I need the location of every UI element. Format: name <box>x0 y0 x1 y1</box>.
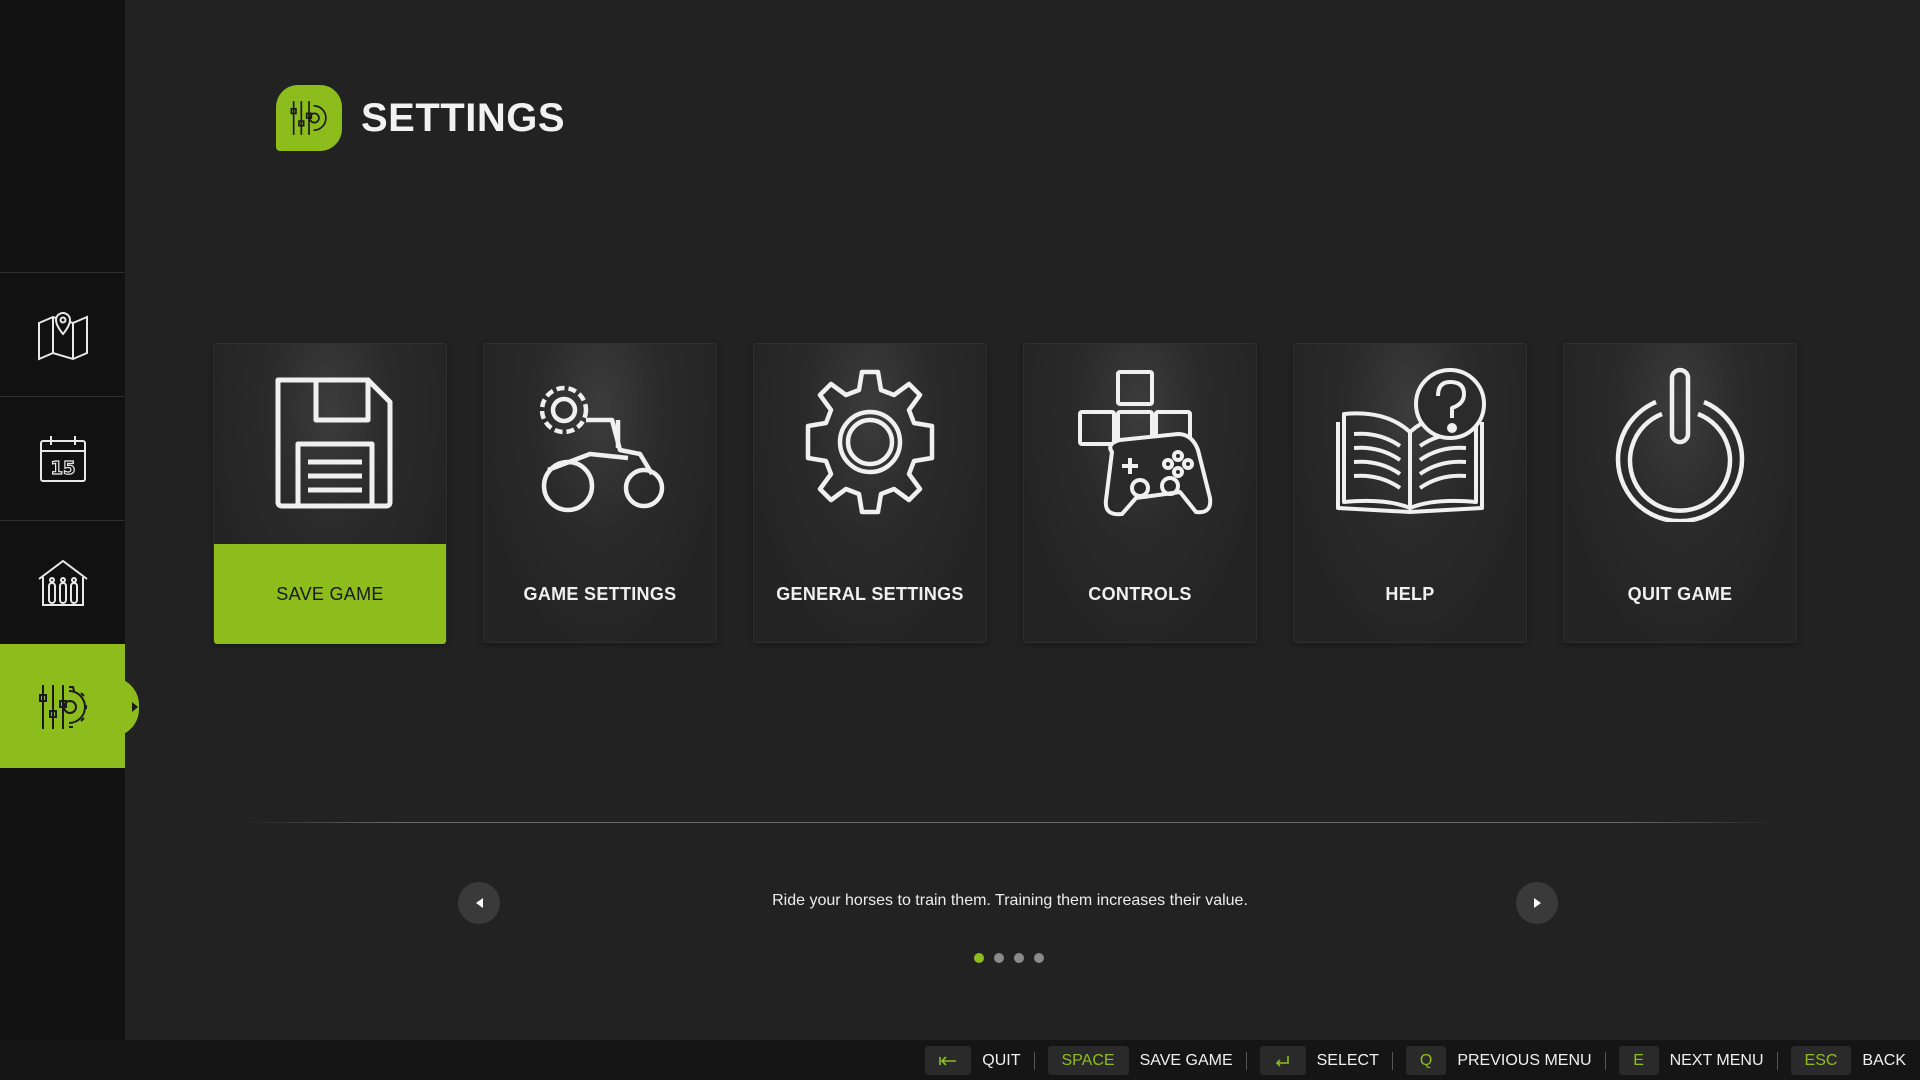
key-space: SPACE <box>1047 1046 1129 1075</box>
key-e: E <box>1618 1046 1659 1075</box>
controls-label: CONTROLS <box>1088 583 1192 604</box>
divider <box>243 822 1777 823</box>
hint-label: BACK <box>1862 1051 1906 1069</box>
enter-icon <box>1275 1055 1289 1067</box>
tractor-gear-icon <box>539 385 665 513</box>
hint-select[interactable]: SELECT <box>1259 1046 1379 1075</box>
hint-back[interactable]: ESC BACK <box>1790 1046 1906 1075</box>
previous-tip-button[interactable] <box>458 882 500 924</box>
sidebar-item-calendar[interactable]: 15 <box>0 396 125 520</box>
tip-page-dot[interactable] <box>1034 953 1044 963</box>
power-icon <box>1615 367 1745 522</box>
settings-menu-tiles: SAVE GAME GAME SETTINGS GENERAL SETTINGS <box>213 343 1797 644</box>
tip-pagination <box>974 953 1044 963</box>
quit-game-tile[interactable]: QUIT GAME <box>1563 343 1797 643</box>
gear-icon <box>805 369 935 515</box>
barn-silo-icon <box>37 559 88 606</box>
key-q: Q <box>1405 1046 1447 1075</box>
floppy-disk-icon <box>275 377 393 509</box>
hint-label: NEXT MENU <box>1669 1051 1764 1069</box>
settings-sliders-gear-icon <box>38 684 87 729</box>
gamepad-keys-icon <box>1078 370 1213 517</box>
general-settings-tile[interactable]: GENERAL SETTINGS <box>753 343 987 643</box>
calendar-icon: 15 <box>39 435 86 482</box>
sidebar-item-map[interactable] <box>0 272 125 396</box>
tip-text: Ride your horses to train them. Training… <box>772 892 1248 909</box>
general-settings-label: GENERAL SETTINGS <box>776 583 964 604</box>
settings-sliders-gear-icon <box>290 101 327 135</box>
page-header: SETTINGS <box>276 85 565 151</box>
sidebar: 15 <box>0 0 138 1040</box>
book-question-icon <box>1336 368 1486 514</box>
hint-save-game[interactable]: SPACE SAVE GAME <box>1047 1046 1233 1075</box>
tip-page-dot[interactable] <box>974 953 984 963</box>
quit-game-label: QUIT GAME <box>1627 583 1733 604</box>
key-esc: ESC <box>1790 1046 1852 1075</box>
tip-page-dot[interactable] <box>994 953 1004 963</box>
hint-quit[interactable]: QUIT <box>925 1046 1021 1075</box>
hint-label: PREVIOUS MENU <box>1457 1051 1592 1069</box>
sidebar-item-settings[interactable] <box>0 644 138 768</box>
hint-label: SELECT <box>1316 1051 1379 1069</box>
controls-tile[interactable]: CONTROLS <box>1023 343 1257 643</box>
key-enter <box>1259 1046 1306 1075</box>
game-settings-tile[interactable]: GAME SETTINGS <box>483 343 717 643</box>
calendar-day: 15 <box>50 458 75 479</box>
next-tip-button[interactable] <box>1516 882 1558 924</box>
backspace-icon <box>939 1055 957 1066</box>
key-backspace <box>925 1046 972 1075</box>
hint-label: SAVE GAME <box>1139 1051 1233 1069</box>
help-tile[interactable]: HELP <box>1293 343 1527 643</box>
help-label: HELP <box>1385 583 1435 604</box>
hint-label: QUIT <box>982 1051 1021 1069</box>
hint-previous-menu[interactable]: Q PREVIOUS MENU <box>1405 1046 1592 1075</box>
input-hints-bar: QUIT SPACE SAVE GAME SELECT Q PREVIOUS M… <box>0 1040 1920 1080</box>
save-game-tile[interactable]: SAVE GAME <box>213 343 447 644</box>
game-settings-label: GAME SETTINGS <box>523 583 677 604</box>
arrow-left-icon <box>475 898 483 908</box>
header-badge <box>276 85 342 151</box>
save-game-label: SAVE GAME <box>214 544 446 644</box>
active-indicator <box>132 701 138 712</box>
arrow-right-icon <box>1533 898 1541 908</box>
sidebar-item-production[interactable] <box>0 520 125 644</box>
tip-page-dot[interactable] <box>1014 953 1024 963</box>
hint-next-menu[interactable]: E NEXT MENU <box>1618 1046 1764 1075</box>
page-title: SETTINGS <box>361 95 566 140</box>
map-pin-icon <box>37 311 88 361</box>
